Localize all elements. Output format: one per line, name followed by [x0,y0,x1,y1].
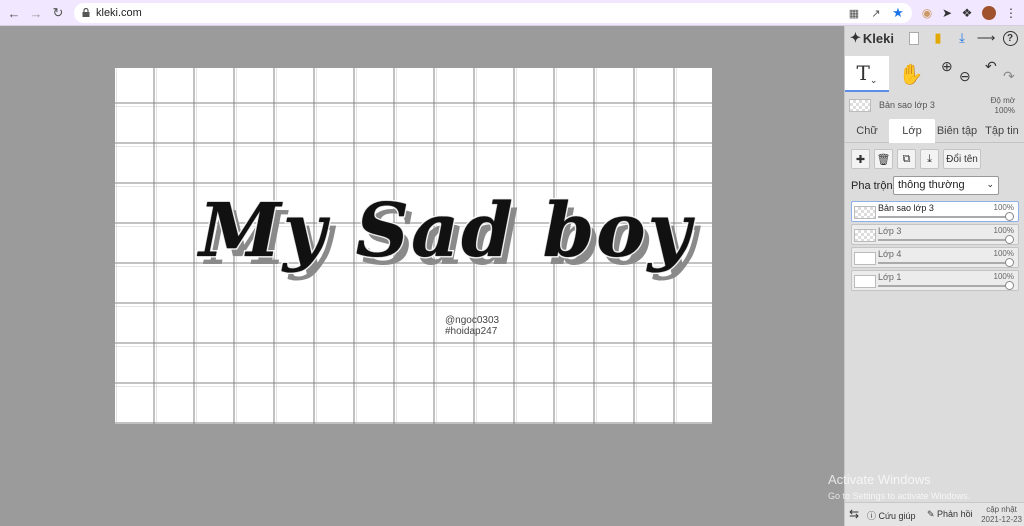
slider-knob[interactable] [1005,258,1014,267]
feedback-link[interactable]: ✎ Phản hồi [927,509,973,520]
layer-opacity: 100% [993,272,1014,281]
download-icon[interactable]: ⤓ [953,29,971,47]
blend-mode-row: Pha trộn thông thường ⌄ [851,176,1019,196]
rename-button[interactable]: Đổi tên [943,149,981,169]
layer-name: Lớp 1 [878,272,902,282]
side-panel: ✦ Kleki ▮ ⤓ ⟶ ? T ⌄ ✋ ⊕ ⊖ ↶ ↷ Bản sao lớp… [844,26,1024,526]
bookmark-star-icon[interactable]: ★ [890,5,906,21]
windows-activation-watermark: Activate Windows Go to Settings to activ… [828,472,971,501]
slider-knob[interactable] [1005,281,1014,290]
layer-name: Bản sao lớp 3 [878,203,934,213]
tab-edit[interactable]: Biên tập [935,119,979,143]
tab-text[interactable]: Chữ [849,119,885,143]
lock-icon [82,8,90,17]
layer-thumbnail [854,206,876,219]
plus-icon: ✚ [855,153,866,166]
layer-item[interactable]: Lớp 4 100% [851,247,1019,268]
layer-name: Lớp 4 [878,249,902,259]
swap-side-icon[interactable]: ⇆ [849,507,859,521]
kleki-logo[interactable]: ✦ Kleki [850,30,894,46]
chevron-down-icon: ⌄ [986,179,994,189]
update-info[interactable]: cập nhật 2021-12-23 [981,505,1022,525]
layer-item[interactable]: Bản sao lớp 3 100% [851,201,1019,222]
tab-file[interactable]: Tập tin [981,119,1023,143]
slider-knob[interactable] [1005,212,1014,221]
extensions-puzzle-icon[interactable]: ❖ [958,4,976,22]
layer-thumbnail [854,252,876,265]
tag-hashtag: #hoidap247 [445,326,498,337]
arrow-left-icon[interactable]: ← [5,4,23,22]
merge-down-icon: ⤓ [927,152,932,165]
layer-name: Lớp 3 [878,226,902,236]
panel-header: ✦ Kleki ▮ ⤓ ⟶ ? [845,26,1024,50]
text-tool-icon[interactable]: T ⌄ [845,56,889,92]
share-icon[interactable]: ⟶ [977,29,996,47]
browser-toolbar: ← → ↻ kleki.com ▦ ↗ ★ ◉ ➤ ❖ ⋮ [0,0,1024,26]
layer-opacity: 100% [993,203,1014,212]
current-layer-info: Bản sao lớp 3 Độ mờ 100% [845,94,1024,118]
help-icon[interactable]: ? [1001,29,1019,47]
current-layer-name: Bản sao lớp 3 [879,100,935,110]
redo-icon[interactable]: ↷ [993,56,1024,92]
menu-kebab-icon[interactable]: ⋮ [1002,4,1020,22]
trash-icon: 🗑 [876,153,891,166]
panel-footer: ⇆ ⓘ Cứu giúp ✎ Phản hồi cập nhật 2021-12… [845,502,1024,526]
layer-opacity: 100% [993,226,1014,235]
layer-opacity-slider[interactable] [878,258,1014,267]
add-layer-button[interactable]: ✚ [851,149,870,169]
merge-layer-button[interactable]: ⤓ [920,149,939,169]
extension-cookie-icon[interactable]: ◉ [918,4,936,22]
url-text: kleki.com [96,7,142,19]
panel-tabs: Chữ Lớp Biên tập Tập tin [845,119,1024,143]
avatar[interactable] [980,4,998,22]
blend-label: Pha trộn [851,180,893,192]
layer-item[interactable]: Lớp 3 100% [851,224,1019,245]
address-bar[interactable]: kleki.com ▦ ↗ ★ [74,3,912,23]
opacity-label: Độ mờ 100% [990,96,1015,115]
layer-opacity-slider[interactable] [878,212,1014,221]
artwork-text: My Sad boy [198,187,693,276]
layer-opacity-slider[interactable] [878,281,1014,290]
workspace[interactable]: My Sad boy My Sad boy @ngoc0303 #hoidap2… [0,26,844,526]
help-link[interactable]: ⓘ Cứu giúp [867,509,916,522]
drawing-canvas[interactable]: My Sad boy My Sad boy @ngoc0303 #hoidap2… [115,68,712,424]
save-icon[interactable]: ▮ [929,29,947,47]
share-icon[interactable]: ↗ [868,5,884,21]
translate-icon[interactable]: ▦ [846,5,862,21]
new-image-icon[interactable] [905,29,923,47]
layer-list: Bản sao lớp 3 100% Lớp 3 100% Lớp 4 100%… [851,201,1019,293]
hand-tool-icon[interactable]: ✋ [889,56,933,92]
layer-actions: ✚ 🗑 ⧉ ⤓ Đổi tên [851,149,981,169]
duplicate-layer-button[interactable]: ⧉ [897,149,916,169]
arrow-right-icon[interactable]: → [27,4,45,22]
layer-thumbnail [854,229,876,242]
cursor-extension-icon[interactable]: ➤ [938,4,956,22]
layer-item[interactable]: Lớp 1 100% [851,270,1019,291]
tag-user: @ngoc0303 [445,315,500,326]
reload-icon[interactable]: ↻ [49,4,67,22]
slider-knob[interactable] [1005,235,1014,244]
duplicate-icon: ⧉ [902,152,911,165]
delete-layer-button[interactable]: 🗑 [874,149,893,169]
blend-mode-select[interactable]: thông thường ⌄ [893,176,999,195]
tab-layers[interactable]: Lớp [889,119,935,143]
kleki-bird-icon: ✦ [850,30,861,45]
layer-thumbnail [854,275,876,288]
layer-opacity: 100% [993,249,1014,258]
layer-opacity-slider[interactable] [878,235,1014,244]
tools-row: T ⌄ ✋ ⊕ ⊖ ↶ ↷ [845,56,1024,92]
layer-thumbnail [849,99,871,112]
